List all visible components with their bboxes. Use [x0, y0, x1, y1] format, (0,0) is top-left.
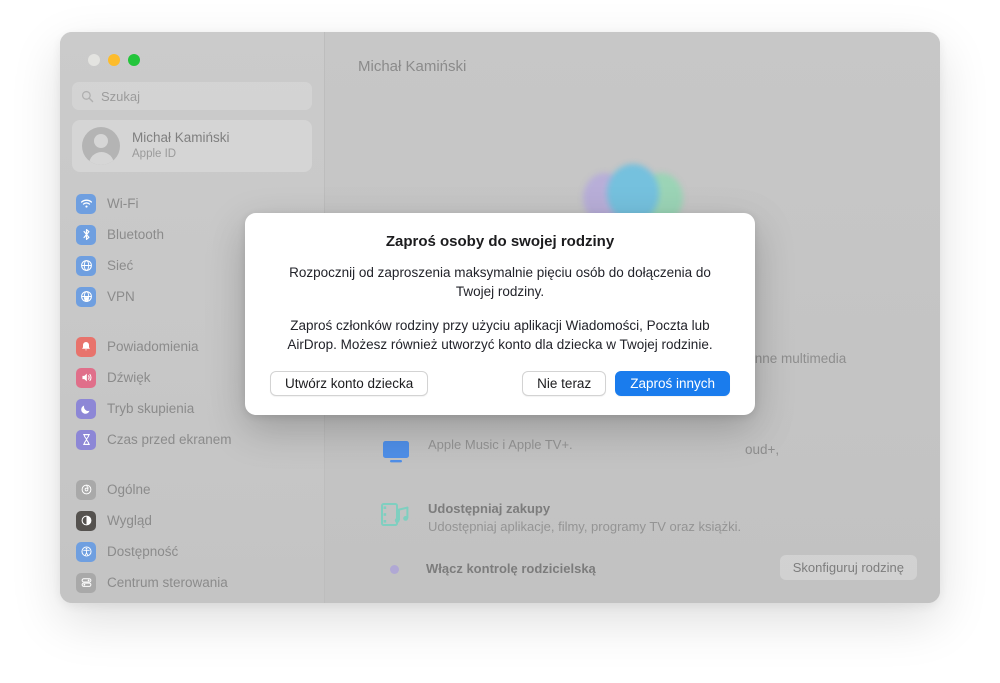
feature-title: Włącz kontrolę rodzicielską — [426, 561, 596, 576]
globe-icon — [76, 255, 96, 276]
moon-icon — [76, 398, 96, 419]
sidebar-item-label: Dźwięk — [107, 370, 151, 385]
background-text-line-2: oud+, — [745, 442, 780, 457]
sidebar-item-label: Ogólne — [107, 482, 151, 497]
dialog-button-row: Utwórz konto dziecka Nie teraz Zaproś in… — [270, 370, 730, 396]
speaker-icon — [76, 367, 96, 388]
search-icon — [81, 90, 94, 102]
sidebar-item-label: Dostępność — [107, 544, 179, 559]
not-now-button[interactable]: Nie teraz — [522, 370, 607, 396]
page-title: Michał Kamiński — [358, 58, 467, 75]
dialog-paragraph-2: Zaproś członków rodziny przy użyciu apli… — [287, 318, 713, 353]
feature-parental-controls: Włącz kontrolę rodzicielską — [380, 560, 596, 578]
invite-family-dialog: Zaproś osoby do swojej rodziny Rozpoczni… — [245, 213, 755, 415]
bell-icon — [76, 336, 96, 357]
appearance-icon — [76, 510, 96, 531]
hourglass-icon — [76, 429, 96, 450]
sidebar-item-label: Tryb skupienia — [107, 401, 195, 416]
feature-media-sharing: Apple Music i Apple TV+. — [380, 436, 573, 466]
window-controls — [72, 32, 312, 66]
sidebar-item-label: Wi-Fi — [107, 196, 139, 211]
sidebar-item-label: Wygląd — [107, 513, 152, 528]
close-window-button[interactable] — [88, 54, 100, 66]
sidebar-item-label: Sieć — [107, 258, 134, 273]
feature-subtitle: Udostępniaj aplikacje, filmy, programy T… — [428, 519, 742, 535]
vpn-globe-icon — [76, 286, 96, 307]
control-center-icon — [76, 572, 96, 593]
media-share-icon — [383, 441, 409, 463]
sidebar-item-screen-time[interactable]: Czas przed ekranem — [72, 424, 312, 455]
account-name: Michał Kamiński — [132, 130, 230, 146]
dot-icon — [390, 565, 399, 574]
accessibility-icon — [76, 541, 96, 562]
bluetooth-icon — [76, 224, 96, 245]
feature-purchase-sharing: Udostępniaj zakupy Udostępniaj aplikacje… — [380, 500, 741, 536]
feature-title: Udostępniaj zakupy — [428, 501, 551, 516]
gear-icon — [76, 479, 96, 500]
sidebar-item-control-center[interactable]: Centrum sterowania — [72, 567, 312, 598]
film-music-icon — [381, 503, 409, 526]
sidebar-group-general: Ogólne Wygląd Dostępność Centrum sterowa… — [72, 474, 312, 598]
sidebar-item-label: VPN — [107, 289, 135, 304]
dialog-paragraph-1: Rozpocznij od zaproszenia maksymalnie pi… — [289, 265, 711, 300]
sidebar-item-label: Powiadomienia — [107, 339, 199, 354]
sidebar-item-label: Centrum sterowania — [107, 575, 228, 590]
background-text-line-1: i inne multimedia — [745, 351, 847, 366]
avatar — [82, 127, 120, 165]
search-placeholder-text: Szukaj — [101, 88, 141, 104]
sidebar-item-label: Czas przed ekranem — [107, 432, 232, 447]
invite-others-button[interactable]: Zaproś innych — [615, 370, 730, 396]
sidebar-item-label: Bluetooth — [107, 227, 165, 242]
sidebar-item-accessibility[interactable]: Dostępność — [72, 536, 312, 567]
feature-subtitle: Apple Music i Apple TV+. — [428, 437, 573, 452]
minimize-window-button[interactable] — [108, 54, 120, 66]
maximize-window-button[interactable] — [128, 54, 140, 66]
create-child-account-button[interactable]: Utwórz konto dziecka — [270, 370, 429, 396]
setup-family-button[interactable]: Skonfiguruj rodzinę — [779, 555, 917, 580]
sidebar-item-apple-id[interactable]: Michał Kamiński Apple ID — [72, 120, 312, 172]
dialog-title: Zaproś osoby do swojej rodziny — [385, 233, 615, 250]
sidebar-item-appearance[interactable]: Wygląd — [72, 505, 312, 536]
wifi-icon — [76, 193, 96, 214]
account-subtitle: Apple ID — [132, 148, 177, 161]
sidebar-item-general[interactable]: Ogólne — [72, 474, 312, 505]
search-input[interactable]: Szukaj — [72, 82, 312, 110]
